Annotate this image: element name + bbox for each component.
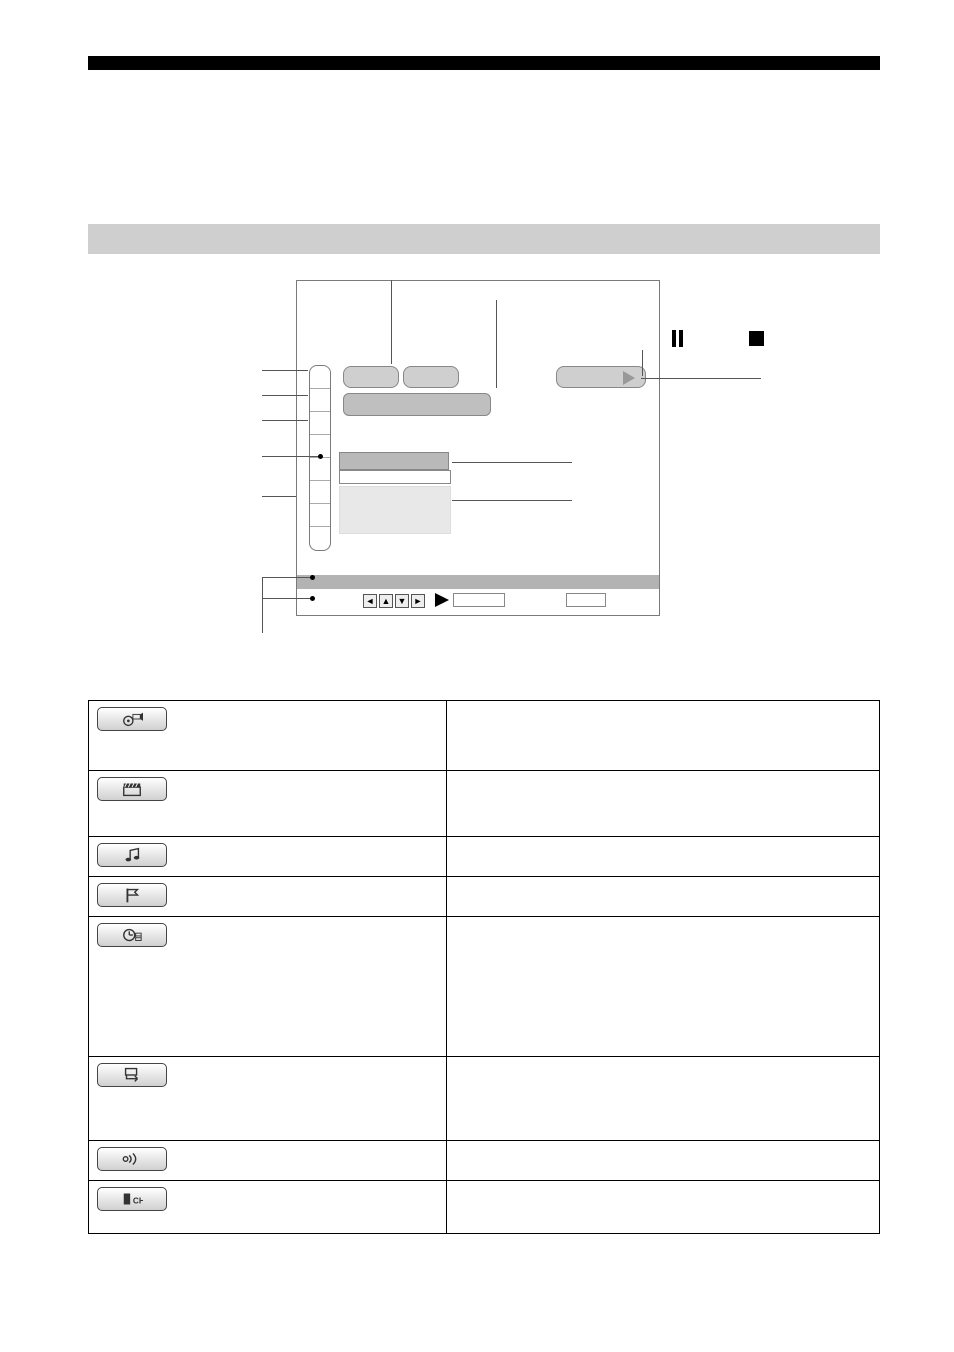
callout-line [262,577,263,633]
table-row [89,837,879,877]
nav-box-1 [453,593,505,607]
table-row [89,1141,879,1181]
sidebar-cell [310,527,330,550]
table-row [89,771,879,837]
pill-a [343,366,399,388]
flag-icon [97,883,167,907]
table-row [89,877,879,917]
pill-wide [343,393,491,416]
pause-icon [672,330,676,347]
table-cell-icon [89,837,447,876]
table-cell-icon [89,1057,447,1140]
arrow-right-icon [435,593,449,607]
table-cell-icon [89,917,447,1056]
nav-key-right: ► [411,594,425,608]
callout-line [452,500,572,501]
callout-dot [310,575,315,580]
callout-line [262,456,318,457]
list-item-dark [339,452,449,470]
callout-line [496,300,497,388]
page-top-rule [88,56,880,70]
pill-b [403,366,459,388]
svg-text:CH: CH [133,1197,143,1206]
nav-key-left: ◄ [363,594,377,608]
cycle-icon [97,1063,167,1087]
callout-line [391,280,392,364]
callout-line [452,462,572,463]
sidebar-cell [310,504,330,527]
table-cell-icon [89,877,447,916]
callout-line [262,598,312,599]
stop-icon [749,331,764,346]
table-cell-icon [89,701,447,770]
table-cell-desc [447,771,879,836]
icon-table: CH [88,700,880,1234]
callout-dot [310,596,315,601]
ch-icon: CH [97,1187,167,1211]
table-cell-desc [447,837,879,876]
nav-key-down: ▼ [395,594,409,608]
section-heading-band [88,224,880,254]
nav-key-up: ▲ [379,594,393,608]
callout-line [262,370,308,371]
nav-box-2 [566,593,606,607]
table-row [89,1057,879,1141]
callout-line [262,395,308,396]
table-cell-icon: CH [89,1181,447,1233]
sidebar-cell [310,458,330,481]
status-bar [297,575,659,589]
table-cell-desc [447,877,879,916]
table-cell-desc [447,1181,879,1233]
sidebar-cell [310,389,330,412]
callout-line [642,350,643,376]
table-cell-desc [447,701,879,770]
callout-dot [318,454,323,459]
callout-line [296,577,310,578]
table-cell-icon [89,771,447,836]
table-cell-desc [447,1141,879,1180]
music-note-icon [97,843,167,867]
cam-disc-icon [97,707,167,731]
table-cell-desc [447,1057,879,1140]
callout-line [262,420,308,421]
table-cell-icon [89,1141,447,1180]
sidebar-cell [310,412,330,435]
sidebar-cell [310,481,330,504]
clock-disc-icon [97,923,167,947]
table-cell-desc [447,917,879,1056]
clapper-icon [97,777,167,801]
callout-line [262,577,296,578]
sidebar-cell [310,366,330,389]
menu-diagram: ◄ ▲ ▼ ► [296,280,660,616]
table-row [89,701,879,771]
table-row: CH [89,1181,879,1233]
callout-line [641,378,761,379]
table-row [89,917,879,1057]
callout-line [262,496,296,497]
waves-icon [97,1147,167,1171]
mini-play-icon [623,371,635,385]
list-body-light [339,486,451,534]
list-item-white [339,470,451,484]
